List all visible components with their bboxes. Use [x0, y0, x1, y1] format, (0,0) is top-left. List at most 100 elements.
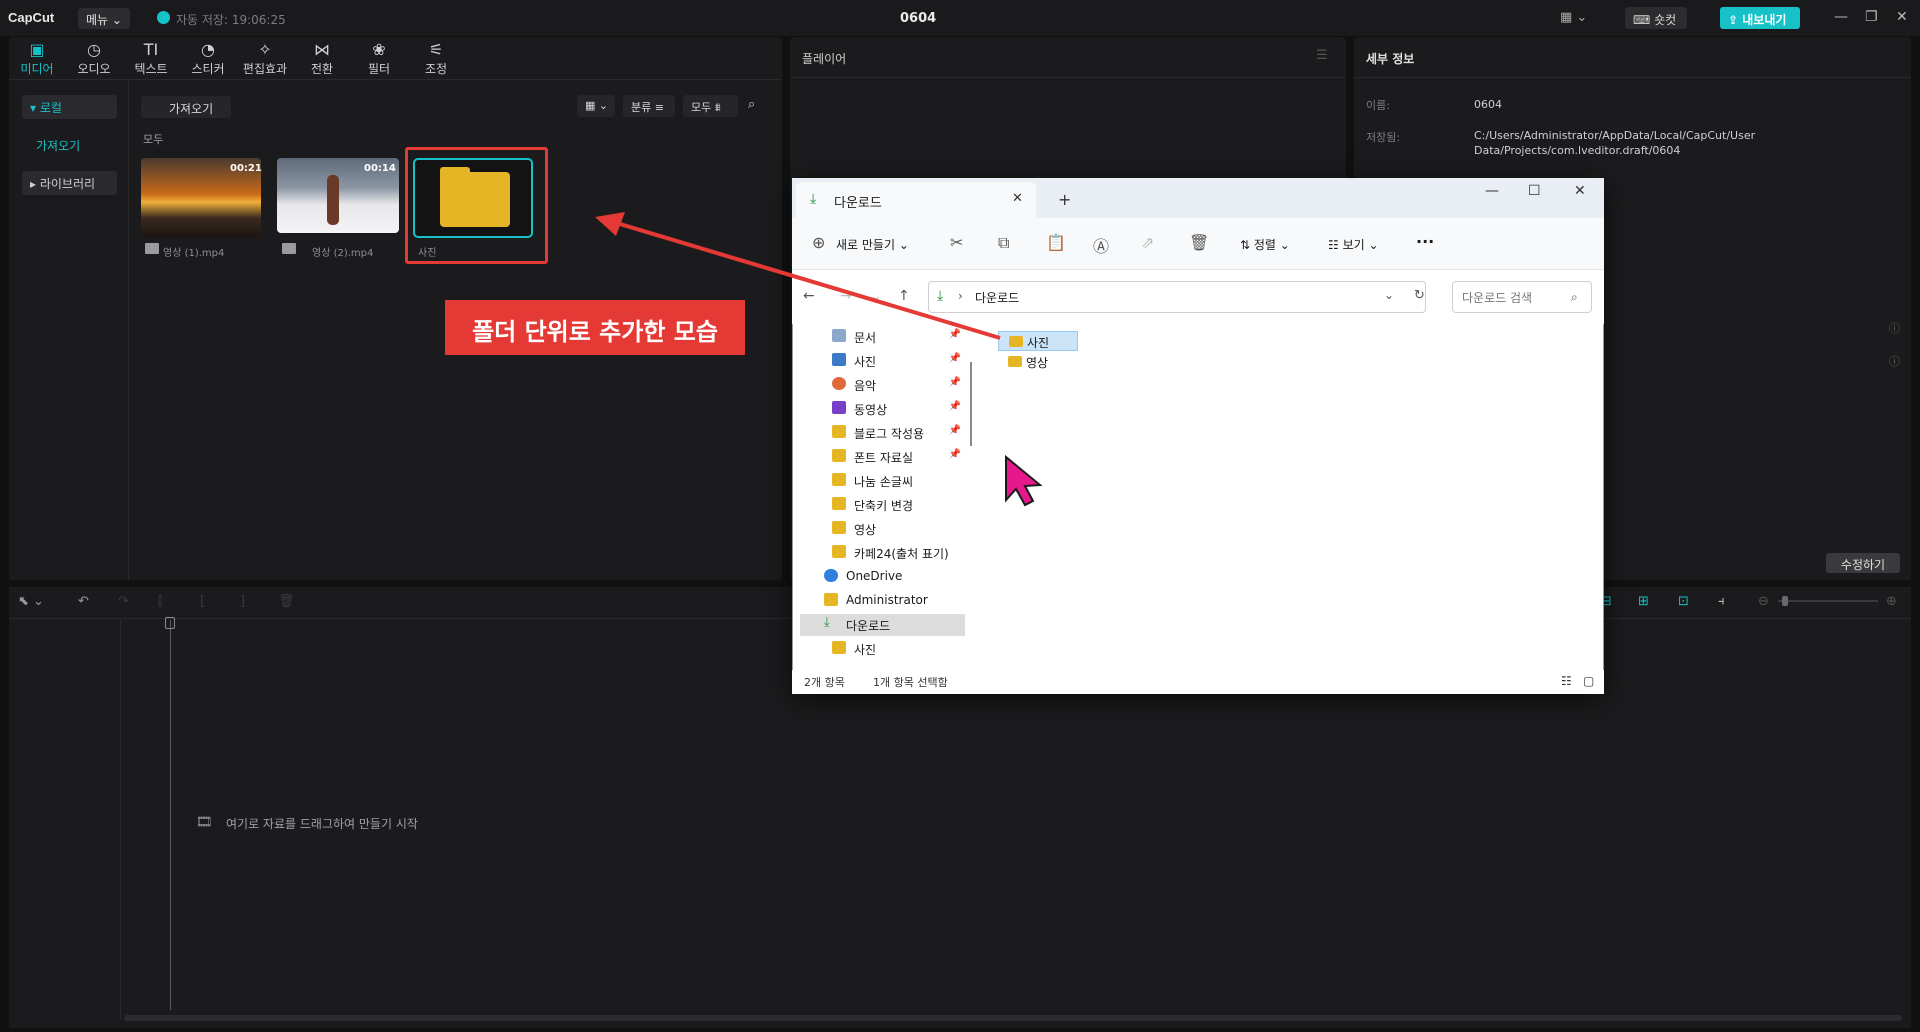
address-dropdown-icon[interactable]: ⌄: [1384, 288, 1394, 302]
view-button[interactable]: ☷ 보기 ⌄: [1328, 236, 1379, 253]
tab-close-icon[interactable]: ✕: [1012, 191, 1023, 206]
shortcut-button[interactable]: ⌨ 숏컷: [1625, 7, 1687, 29]
modify-button[interactable]: 수정하기: [1826, 553, 1900, 573]
sticker-icon: ◔: [201, 40, 215, 59]
split-view-icon[interactable]: ⫞: [1718, 594, 1725, 609]
restore-icon[interactable]: ❐: [1865, 9, 1878, 25]
more-options-icon[interactable]: ···: [1416, 232, 1434, 251]
zoom-slider[interactable]: [1778, 600, 1878, 602]
share-icon[interactable]: ⇗: [1141, 233, 1154, 252]
close-icon[interactable]: ✕: [1574, 183, 1586, 199]
new-label: 새로 만들기: [836, 238, 896, 252]
sidebar-item-local[interactable]: ▾ 로컬: [22, 95, 117, 119]
download-icon: ⤓: [824, 615, 830, 630]
preview-axis-icon[interactable]: ⊡: [1678, 594, 1689, 609]
nav-item-music[interactable]: 음악 📌: [800, 374, 965, 396]
delete-icon[interactable]: 🗑: [1189, 233, 1209, 252]
new-tab-icon[interactable]: +: [1058, 190, 1071, 209]
copy-icon[interactable]: ⧉: [998, 233, 1009, 253]
sort-button[interactable]: ⇅ 정렬 ⌄: [1240, 236, 1290, 253]
tab-filter[interactable]: ❀ 필터: [349, 40, 409, 77]
nav-item-documents[interactable]: 문서 📌: [800, 326, 965, 348]
details-title: 세부 정보: [1366, 52, 1415, 66]
nav-label: 동영상: [854, 403, 888, 417]
nav-item-onedrive[interactable]: OneDrive: [800, 566, 965, 588]
tab-media[interactable]: ▣ 미디어: [7, 40, 67, 77]
file-row-videos[interactable]: 영상: [998, 352, 1078, 372]
select-tool-icon[interactable]: ⬉ ⌄: [18, 594, 44, 609]
back-icon[interactable]: ←: [803, 288, 815, 304]
info-icon[interactable]: ⓘ: [1889, 353, 1900, 369]
delete-icon[interactable]: 🗑: [278, 594, 295, 609]
playhead-handle[interactable]: [165, 617, 175, 629]
rename-icon[interactable]: Ⓐ: [1093, 233, 1109, 257]
nav-item-videos[interactable]: 동영상 📌: [800, 398, 965, 420]
refresh-icon[interactable]: ↻: [1414, 288, 1425, 303]
tab-audio[interactable]: ◷ 오디오: [64, 40, 124, 77]
timeline-drop-zone[interactable]: [172, 787, 1897, 857]
timeline-scrollbar[interactable]: [124, 1015, 1902, 1021]
up-icon[interactable]: ↑: [898, 288, 910, 304]
close-icon[interactable]: ✕: [1896, 9, 1908, 25]
nav-item-cafe24[interactable]: 카페24(출처 표기): [800, 542, 965, 564]
menu-button[interactable]: 메뉴 ⌄: [78, 8, 130, 29]
paste-icon[interactable]: 📋: [1046, 233, 1066, 252]
recent-dropdown-icon[interactable]: ⌄: [870, 288, 882, 304]
adjust-icon: ⚟: [428, 40, 444, 59]
folder-icon: [832, 521, 846, 534]
import-button[interactable]: 가져오기: [141, 96, 231, 118]
explorer-tab[interactable]: [796, 182, 1036, 218]
minimize-icon[interactable]: —: [1834, 9, 1848, 25]
nav-item-shortcut[interactable]: 단축키 변경: [800, 494, 965, 516]
trim-right-icon[interactable]: ]: [240, 594, 245, 609]
file-row-pictures[interactable]: 사진: [998, 331, 1078, 351]
nav-item-pictures[interactable]: 사진 📌: [800, 350, 965, 372]
link-icon[interactable]: ⊞: [1638, 594, 1649, 609]
nav-item-nanum[interactable]: 나눔 손글씨: [800, 470, 965, 492]
tab-sticker[interactable]: ◔ 스티커: [178, 40, 238, 77]
sidebar-local-label: 로컬: [39, 101, 62, 115]
file-name: 사진: [1027, 336, 1050, 350]
nav-scrollbar[interactable]: [970, 362, 972, 446]
view-toggle-button[interactable]: ▦ ⌄: [577, 95, 615, 117]
export-button[interactable]: ⇪ 내보내기: [1720, 7, 1800, 29]
tab-effects[interactable]: ✧ 편집효과: [235, 40, 295, 77]
cut-icon[interactable]: ✂: [950, 233, 963, 252]
folder-icon: [1008, 356, 1022, 367]
search-icon[interactable]: ⌕: [748, 97, 755, 112]
sidebar-item-library[interactable]: ▸ 라이브러리: [22, 171, 117, 195]
layout-icon[interactable]: ▦ ⌄: [1560, 10, 1587, 25]
zoom-in-icon[interactable]: ⊕: [1886, 594, 1897, 609]
tab-text[interactable]: TI 텍스트: [121, 40, 181, 77]
trim-left-icon[interactable]: [: [200, 594, 205, 609]
details-view-icon[interactable]: ☷: [1561, 674, 1572, 688]
tab-transition[interactable]: ⋈ 전환: [292, 40, 352, 77]
sort-button[interactable]: 분류 ≡: [623, 95, 675, 117]
nav-item-downloads[interactable]: ⤓ 다운로드: [800, 614, 965, 636]
maximize-icon[interactable]: ☐: [1528, 183, 1541, 199]
document-icon: [832, 329, 846, 342]
nav-item-blog[interactable]: 블로그 작성용 📌: [800, 422, 965, 444]
split-icon[interactable]: ⫿: [158, 594, 162, 609]
tab-adjust[interactable]: ⚟ 조정: [406, 40, 466, 77]
nav-label: 사진: [854, 643, 877, 657]
new-button[interactable]: 새로 만들기 ⌄: [836, 236, 909, 253]
forward-icon[interactable]: →: [840, 288, 852, 304]
nav-item-video-folder[interactable]: 영상: [800, 518, 965, 540]
nav-item-fonts[interactable]: 폰트 자료실 📌: [800, 446, 965, 468]
nav-item-administrator[interactable]: Administrator: [800, 590, 965, 612]
details-divider: [1354, 77, 1911, 78]
nav-label: 음악: [854, 379, 877, 393]
sidebar-item-import[interactable]: 가져오기: [22, 133, 117, 157]
tiles-view-icon[interactable]: ▢: [1583, 674, 1594, 688]
nav-item-pictures-sub[interactable]: 사진: [800, 638, 965, 660]
zoom-slider-handle[interactable]: [1782, 596, 1788, 606]
minimize-icon[interactable]: —: [1485, 183, 1499, 199]
nav-label: 문서: [854, 331, 877, 345]
zoom-out-icon[interactable]: ⊖: [1758, 594, 1769, 609]
player-menu-icon[interactable]: ☰: [1316, 48, 1328, 63]
undo-icon[interactable]: ↶: [78, 594, 89, 609]
redo-icon[interactable]: ↷: [118, 594, 129, 609]
filter-all-button[interactable]: 모두 ⩩: [683, 95, 738, 117]
info-icon[interactable]: ⓘ: [1889, 320, 1900, 336]
